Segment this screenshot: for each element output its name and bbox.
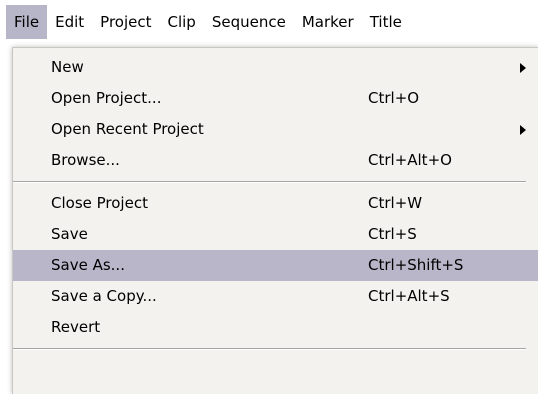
file-menu-dropdown: New Open Project... Ctrl+O Open Recent P… xyxy=(12,47,538,394)
menu-item-label: Revert xyxy=(51,318,101,336)
menu-item-shortcut: Ctrl+Alt+O xyxy=(368,151,452,169)
menu-item-label: Open Project... xyxy=(51,89,162,107)
menu-item-label: Browse... xyxy=(51,151,120,169)
menu-item-shortcut: Ctrl+O xyxy=(368,89,420,107)
menu-clip[interactable]: Clip xyxy=(160,5,204,39)
menu-item-open-project[interactable]: Open Project... Ctrl+O xyxy=(13,83,538,114)
menu-item-label: Open Recent Project xyxy=(51,120,204,138)
menu-file[interactable]: File xyxy=(6,5,48,39)
menu-item-close-project[interactable]: Close Project Ctrl+W xyxy=(13,188,538,219)
menu-item-label: Close Project xyxy=(51,194,148,212)
submenu-arrow-icon xyxy=(520,63,526,73)
menu-marker[interactable]: Marker xyxy=(294,5,362,39)
menu-item-save-as[interactable]: Save As... Ctrl+Shift+S xyxy=(13,250,538,281)
menu-item-shortcut: Ctrl+W xyxy=(368,194,423,212)
menu-item-open-recent-project[interactable]: Open Recent Project xyxy=(13,114,538,145)
menu-separator xyxy=(13,176,538,188)
menu-item-revert[interactable]: Revert xyxy=(13,312,538,343)
menu-item-label: Save xyxy=(51,225,88,243)
menu-item-browse[interactable]: Browse... Ctrl+Alt+O xyxy=(13,145,538,176)
menu-item-label: Save As... xyxy=(51,256,125,274)
submenu-arrow-icon xyxy=(520,125,526,135)
menu-item-shortcut: Ctrl+Shift+S xyxy=(368,256,464,274)
menu-sequence[interactable]: Sequence xyxy=(204,5,294,39)
menu-item-save-a-copy[interactable]: Save a Copy... Ctrl+Alt+S xyxy=(13,281,538,312)
menu-item-shortcut: Ctrl+S xyxy=(368,225,417,243)
menu-title[interactable]: Title xyxy=(362,5,410,39)
menu-project[interactable]: Project xyxy=(92,5,159,39)
menu-item-label: Save a Copy... xyxy=(51,287,157,305)
menu-item-shortcut: Ctrl+Alt+S xyxy=(368,287,450,305)
menu-item-save[interactable]: Save Ctrl+S xyxy=(13,219,538,250)
menu-separator xyxy=(13,343,538,355)
menu-item-label: New xyxy=(51,58,84,76)
menu-bar: File Edit Project Clip Sequence Marker T… xyxy=(0,0,538,44)
menu-item-new[interactable]: New xyxy=(13,52,538,83)
menu-edit[interactable]: Edit xyxy=(47,5,92,39)
